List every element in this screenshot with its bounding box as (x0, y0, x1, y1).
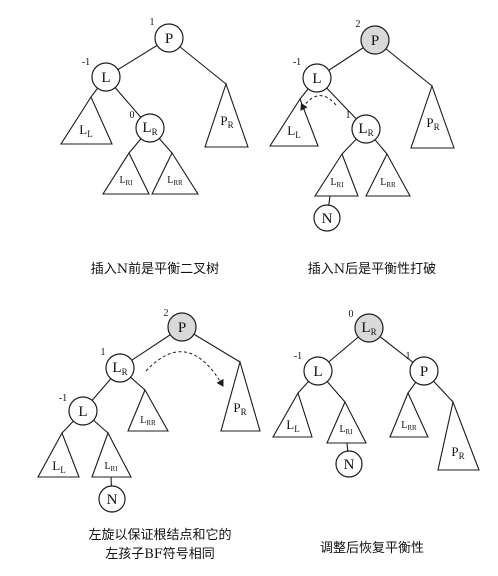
caption: 插入N后是平衡性打破 (308, 262, 436, 277)
node-n-label: N (344, 457, 355, 473)
node-n-label: N (322, 211, 333, 227)
caption: 插入N前是平衡二叉树 (91, 261, 219, 277)
node-lr-bf: 0 (130, 110, 135, 121)
node-l-label: L (78, 404, 87, 420)
node-l-label: L (101, 70, 110, 86)
avl-lr-rotation-figure: PR LL LRI LRR P 1 L -1 LR 0 插入N前是平衡二叉树 P… (37, 17, 480, 562)
subtree-pr (220, 359, 261, 432)
node-p-label: P (371, 33, 379, 49)
subtree-lrr (151, 151, 200, 195)
node-p-bf: 1 (150, 17, 155, 28)
node-lr-bf: 1 (101, 347, 106, 358)
node-l-bf: -1 (59, 393, 67, 404)
rotation-arrow (145, 351, 224, 387)
node-p-bf: 1 (406, 351, 411, 362)
subtree-lri (313, 152, 359, 197)
caption-line-2: 左孩子BF符号相同 (105, 546, 215, 562)
node-p-label: P (178, 320, 186, 336)
node-l-bf: -1 (293, 57, 301, 68)
node-l-bf: -1 (294, 351, 302, 362)
node-p-bf: 2 (356, 19, 361, 30)
node-p-label: P (420, 364, 428, 380)
panel-before-insert: PR LL LRI LRR P 1 L -1 LR 0 插入N前是平衡二叉树 (59, 17, 249, 277)
node-n-label: N (107, 492, 118, 508)
caption-line-1: 左旋以保证根结点和它的 (88, 527, 231, 543)
node-l-label: L (312, 71, 321, 87)
panel-rebalanced: LL LRI LRR PR LR 0 L -1 P 1 N 调整后恢复平衡性 (272, 309, 480, 556)
node-p-bf: 2 (164, 308, 169, 319)
subtree-lrr (365, 152, 411, 197)
rotation-arrow (300, 95, 337, 111)
panel-after-insert: PR LL LRI LRR P 2 L -1 LR 1 N 插入N后是平衡性打破 (268, 19, 455, 277)
panel-left-rotation: PR LRR LL LRI P 2 LR 1 L -1 N 左旋以保证根结点和它… (37, 308, 261, 562)
subtree-lri (101, 151, 150, 195)
caption: 调整后恢复平衡性 (320, 541, 424, 556)
node-lr-bf: 0 (349, 309, 354, 320)
node-p-label: P (165, 31, 173, 47)
subtree-lri (326, 400, 367, 444)
node-l-bf: -1 (82, 57, 90, 68)
node-lr-bf: 1 (346, 110, 351, 121)
node-l-label: L (313, 364, 322, 380)
